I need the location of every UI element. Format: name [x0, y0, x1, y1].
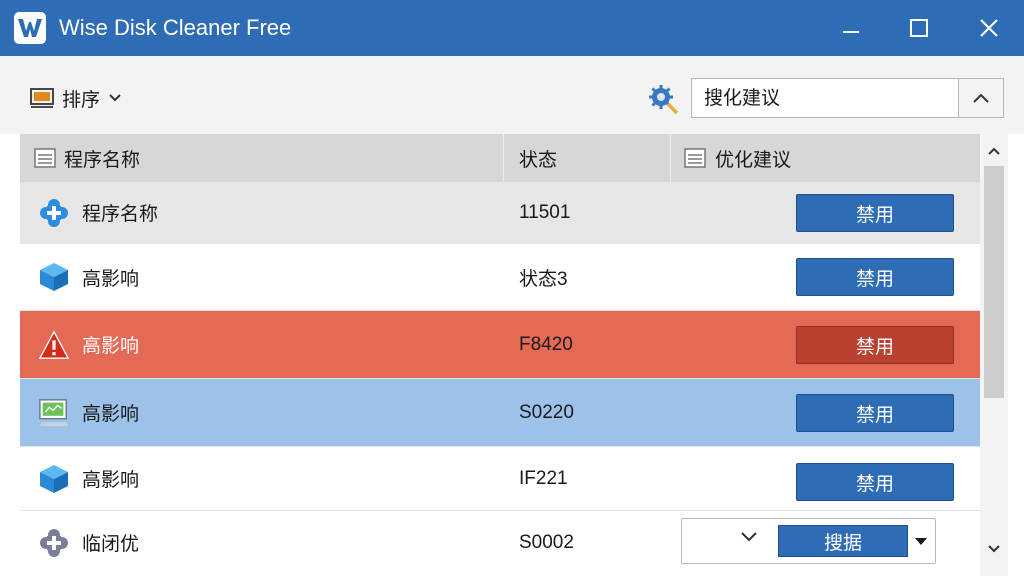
chevron-down-icon — [109, 94, 121, 102]
column-list-icon — [34, 148, 56, 168]
scroll-down-button[interactable] — [980, 538, 1008, 560]
app-logo-icon — [14, 12, 46, 44]
disable-button[interactable]: 禁用 — [796, 463, 954, 501]
row-action-cell: 禁用 — [671, 182, 980, 243]
scroll-thumb[interactable] — [984, 166, 1004, 398]
column-header-label: 优化建议 — [715, 148, 792, 171]
column-header-name[interactable]: 程序名称 — [20, 134, 504, 182]
disable-button[interactable]: 禁用 — [796, 194, 954, 232]
disable-button[interactable]: 禁用 — [796, 326, 954, 364]
row-action-cell: 禁用 — [671, 447, 980, 510]
sort-button[interactable]: 排序 — [30, 84, 122, 112]
row-action-cell: 禁用 — [671, 379, 980, 446]
column-header-label: 程序名称 — [64, 148, 141, 171]
caret-down-icon[interactable] — [915, 538, 927, 545]
row-name: 高影响 — [82, 403, 140, 425]
cube-icon — [38, 463, 70, 495]
cube-icon — [38, 261, 70, 293]
row-status: F8420 — [519, 333, 573, 355]
table-header: 程序名称 状态 优化建议 — [20, 134, 980, 182]
row-status: 11501 — [519, 201, 571, 223]
row-name-cell: 高影响 — [20, 397, 504, 429]
title-bar: Wise Disk Cleaner Free — [0, 0, 1024, 56]
startup-table: 程序名称 状态 优化建议 程序名称 11501 禁用 高影响 状态3 禁用 高影… — [20, 134, 980, 574]
row-action-cell: 禁用 — [671, 244, 980, 310]
row-name: 临闭优 — [82, 533, 140, 555]
window-title: Wise Disk Cleaner Free — [59, 15, 292, 40]
search-settings-icon[interactable] — [646, 82, 680, 116]
row-status: IF221 — [519, 467, 568, 489]
toolbar: 排序 搜化建议 — [0, 56, 1024, 134]
sort-label: 排序 — [62, 88, 101, 111]
maximize-button[interactable] — [884, 0, 954, 56]
table-row-selected[interactable]: 高影响 S0220 禁用 — [20, 379, 980, 447]
row-status: S0002 — [519, 531, 574, 553]
table-row[interactable]: 高影响 IF221 禁用 — [20, 447, 980, 511]
disable-button[interactable]: 禁用 — [796, 394, 954, 432]
minimize-button[interactable] — [816, 0, 886, 56]
row-name-cell: 高影响 — [20, 463, 504, 495]
row-name: 高影响 — [82, 267, 140, 290]
column-header-label: 状态 — [519, 148, 558, 171]
action-combo[interactable]: 搜据 — [681, 518, 936, 564]
monitor-icon — [38, 397, 70, 429]
sort-icon — [30, 88, 54, 108]
column-header-status[interactable]: 状态 — [504, 134, 671, 182]
row-name-cell: 高影响 — [20, 261, 504, 293]
row-name-cell: 高影响 — [20, 329, 504, 361]
disable-button[interactable]: 禁用 — [796, 258, 954, 296]
column-list-icon — [684, 148, 706, 168]
row-name: 高影响 — [82, 335, 140, 357]
gear-plus-icon — [38, 527, 70, 559]
warning-icon — [38, 329, 70, 361]
search-input[interactable]: 搜化建议 — [691, 78, 959, 118]
chevron-up-icon — [973, 93, 989, 103]
row-name-cell: 程序名称 — [20, 197, 504, 229]
close-button[interactable] — [954, 0, 1024, 56]
row-action-cell: 禁用 — [671, 311, 980, 378]
column-header-suggestion[interactable]: 优化建议 — [671, 134, 980, 182]
chevron-down-icon[interactable] — [740, 531, 758, 543]
table-row[interactable]: 程序名称 11501 禁用 — [20, 182, 980, 244]
row-name: 高影响 — [82, 469, 140, 491]
row-status: 状态3 — [519, 268, 568, 290]
row-name-cell: 临闭优 — [20, 527, 504, 559]
scroll-up-button[interactable] — [980, 140, 1008, 162]
search-data-button[interactable]: 搜据 — [778, 525, 908, 557]
table-row[interactable]: 高影响 状态3 禁用 — [20, 244, 980, 311]
row-status: S0220 — [519, 401, 574, 423]
vertical-scrollbar[interactable] — [980, 134, 1008, 576]
table-row-alert[interactable]: 高影响 F8420 禁用 — [20, 311, 980, 379]
plus-puzzle-icon — [38, 197, 70, 229]
search-toggle-button[interactable] — [958, 78, 1004, 118]
row-name: 程序名称 — [82, 203, 159, 225]
